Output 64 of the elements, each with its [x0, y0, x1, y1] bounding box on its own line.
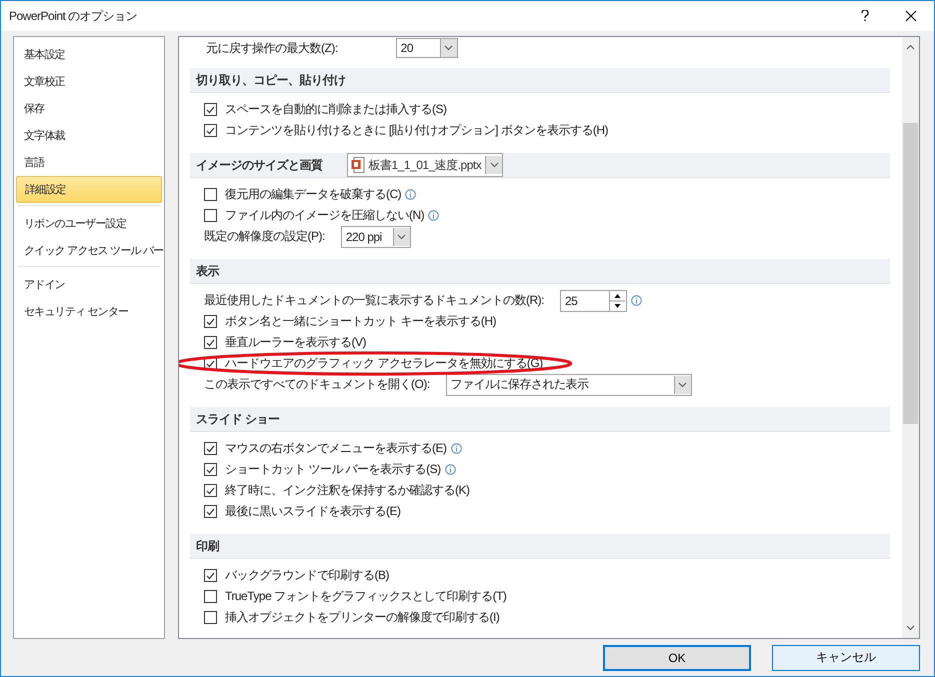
checkbox[interactable]	[204, 569, 217, 582]
checkbox-label: TrueType フォントをグラフィックスとして印刷する(T)	[225, 588, 506, 605]
checkbox[interactable]	[204, 103, 217, 116]
section-header: スライド ショー	[190, 407, 890, 432]
checkbox[interactable]	[204, 209, 217, 222]
help-icon	[861, 10, 869, 22]
category-item[interactable]: 文字体裁	[16, 122, 162, 149]
chevron-down-icon	[678, 382, 688, 388]
category-item[interactable]: 基本設定	[16, 41, 162, 68]
dialog-button[interactable]: キャンセル	[772, 644, 920, 671]
category-item[interactable]: 文章校正	[16, 68, 162, 95]
checkbox[interactable]	[204, 336, 217, 349]
category-item[interactable]: 言語	[16, 149, 162, 176]
section-header: 表示	[190, 259, 890, 284]
dropdown-field[interactable]: 20	[396, 38, 458, 58]
document-dropdown[interactable]: 板書1_1_01_速度.pptx	[346, 153, 504, 177]
checkbox[interactable]	[204, 124, 217, 137]
field-label: 元に戻す操作の最大数(Z):	[206, 40, 338, 56]
checkbox-label: 最後に黒いスライドを表示する(E)	[225, 503, 400, 520]
category-item[interactable]: セキュリティ センター	[16, 298, 162, 325]
category-item[interactable]: 保存	[16, 95, 162, 122]
section-header: 印刷	[190, 534, 890, 559]
checkbox-label: ファイル内のイメージを圧縮しない(N)	[225, 207, 424, 224]
checkbox[interactable]	[204, 315, 217, 328]
section-header: 切り取り、コピー、貼り付け	[190, 68, 890, 93]
checkbox[interactable]	[204, 590, 217, 603]
section-header: イメージのサイズと画質 板書1_1_01_速度.pptx	[190, 153, 890, 178]
checkbox[interactable]	[204, 463, 217, 476]
checkbox-label: ボタン名と一緒にショートカット キーを表示する(H)	[225, 313, 496, 330]
category-item[interactable]: クイック アクセス ツール バー	[16, 237, 162, 264]
checkbox-label: バックグラウンドで印刷する(B)	[225, 567, 389, 584]
checkbox-label: コンテンツを貼り付けるときに [貼り付けオプション] ボタンを表示する(H)	[225, 122, 608, 139]
checkbox[interactable]	[204, 442, 217, 455]
scrollbar[interactable]	[902, 37, 919, 638]
dropdown-field[interactable]: ファイルに保存された表示	[446, 374, 692, 396]
checkbox-label: スペースを自動的に削除または挿入する(S)	[225, 101, 446, 118]
chevron-down-icon	[490, 162, 499, 168]
window-title: PowerPoint のオプション	[9, 8, 138, 24]
checkbox-label: ショートカット ツール バーを表示する(S)	[225, 461, 441, 478]
checkbox-label: 終了時に、インク注釈を保持するか確認する(K)	[225, 482, 470, 499]
checkbox[interactable]	[204, 484, 217, 497]
chevron-down-icon	[444, 45, 454, 51]
checkbox-label: マウスの右ボタンでメニューを表示する(E)	[225, 440, 446, 457]
checkbox-label: 挿入オブジェクトをプリンターの解像度で印刷する(I)	[225, 609, 500, 626]
dropdown-field[interactable]: 220 ppi	[340, 226, 411, 248]
presentation-file-icon	[350, 157, 364, 173]
field-label: 最近使用したドキュメントの一覧に表示するドキュメントの数(R):	[204, 292, 544, 309]
field-label: この表示ですべてのドキュメントを開く(O):	[204, 376, 430, 393]
checkbox[interactable]	[204, 611, 217, 624]
dialog-button[interactable]: OK	[603, 644, 751, 671]
chevron-down-icon	[397, 234, 406, 240]
scroll-up-icon	[906, 44, 915, 50]
category-item[interactable]: 詳細設定	[16, 176, 162, 203]
close-icon	[905, 10, 917, 22]
checkbox[interactable]	[204, 505, 217, 518]
scrollbar-thumb[interactable]	[903, 123, 918, 424]
checkbox-label: 復元用の編集データを破棄する(C)	[225, 186, 402, 203]
checkbox-label: 垂直ルーラーを表示する(V)	[225, 334, 366, 351]
field-label: 既定の解像度の設定(P):	[204, 228, 325, 245]
category-item[interactable]: アドイン	[16, 271, 162, 298]
category-item[interactable]: リボンのユーザー設定	[16, 210, 162, 237]
number-spinner[interactable]: 25	[560, 290, 627, 312]
scroll-down-icon	[906, 625, 915, 632]
checkbox[interactable]	[204, 188, 217, 201]
